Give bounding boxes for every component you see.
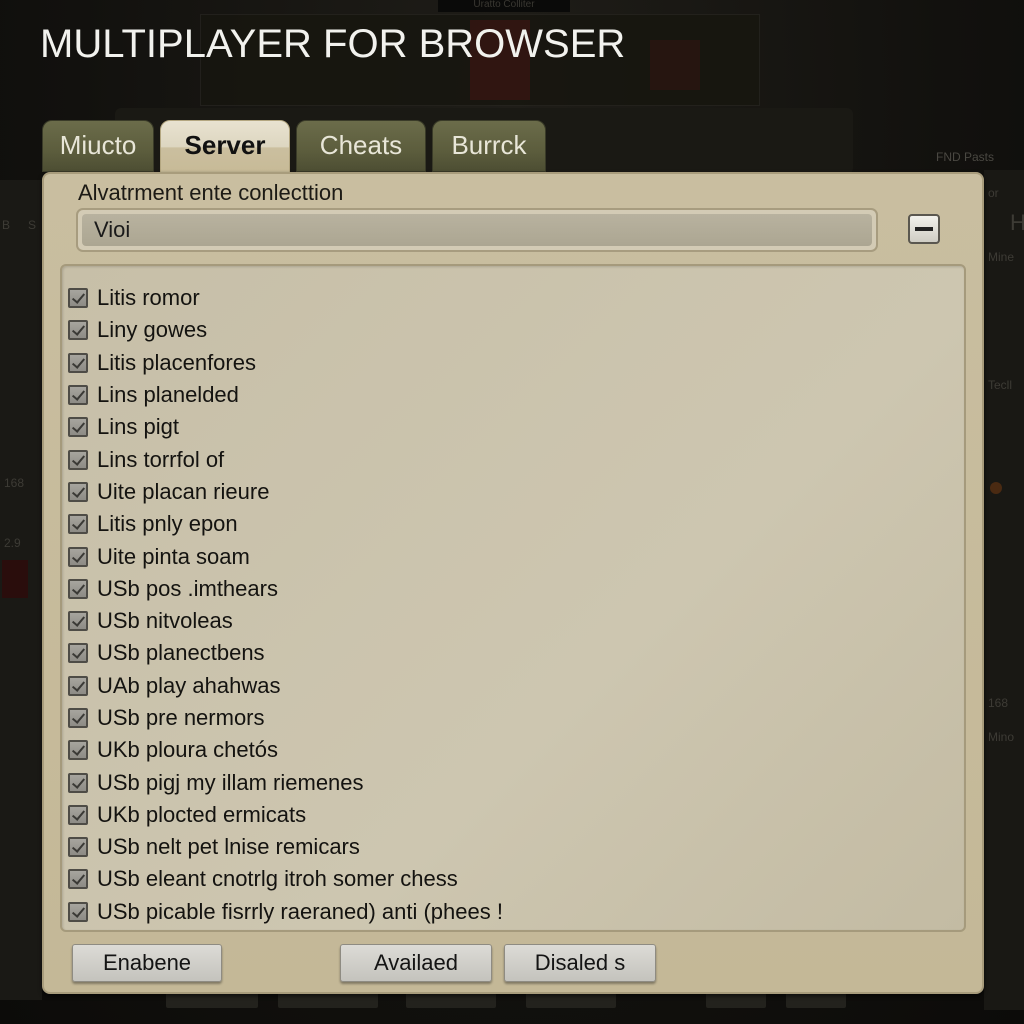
checkbox-checked-icon[interactable] bbox=[68, 352, 88, 373]
list-item[interactable]: Lins planelded bbox=[62, 379, 964, 411]
list-item-label: Uite pinta soam bbox=[97, 543, 250, 569]
list-item-label: UKb plocted ermicats bbox=[97, 801, 307, 827]
list-item[interactable]: USb eleant cnotrlg itroh somer chess bbox=[62, 863, 964, 895]
list-item[interactable]: Lins pigt bbox=[62, 411, 964, 443]
background-decoration bbox=[650, 40, 700, 90]
option-list: Litis romor Liny gowes Litis placenfores Li… bbox=[60, 264, 966, 932]
tab-server[interactable]: Server bbox=[160, 120, 290, 180]
bg-decoration bbox=[990, 482, 1002, 494]
checkbox-checked-icon[interactable] bbox=[68, 449, 88, 470]
checkbox-checked-icon[interactable] bbox=[68, 708, 88, 728]
checkbox-checked-icon[interactable] bbox=[68, 320, 88, 341]
list-item-label: Liny gowes bbox=[97, 317, 208, 343]
background-right-sidebar: or H Mine Tecll 168 Mino bbox=[984, 170, 1024, 1010]
checkbox-checked-icon[interactable] bbox=[68, 546, 88, 567]
list-item-label: USb pos .imthears bbox=[97, 575, 278, 601]
checkbox-checked-icon[interactable] bbox=[68, 837, 88, 858]
list-item[interactable]: USb planectbens bbox=[62, 637, 964, 669]
list-item-label: USb planectbens bbox=[97, 640, 265, 666]
list-item-label: UAb play ahahwas bbox=[97, 672, 281, 698]
checkbox-checked-icon[interactable] bbox=[68, 611, 88, 632]
checkbox-checked-icon[interactable] bbox=[68, 772, 88, 793]
list-item-label: Litis pnly epon bbox=[97, 511, 238, 537]
list-item-label: USb pre nermors bbox=[97, 705, 265, 730]
checkbox-checked-icon[interactable] bbox=[68, 288, 88, 309]
list-item-label: Lins pigt bbox=[97, 414, 179, 440]
list-item[interactable]: UKb plocted ermicats bbox=[62, 799, 964, 831]
list-item-label: USb picable fisrrly raeraned) anti (phee… bbox=[97, 898, 503, 924]
checkbox-checked-icon[interactable] bbox=[68, 740, 88, 761]
bg-decoration bbox=[2, 560, 28, 598]
bg-text: Mino bbox=[988, 730, 1015, 744]
bg-text: H bbox=[1010, 210, 1024, 235]
list-item-label: USb nitvoleas bbox=[97, 608, 233, 634]
list-item[interactable]: Lins torrfol of bbox=[62, 443, 964, 475]
collection-select-value[interactable]: Vioi bbox=[82, 214, 872, 246]
list-item[interactable]: UKb ploura chetós bbox=[62, 734, 964, 766]
enable-button[interactable]: Enabene bbox=[72, 944, 222, 982]
list-item-label: USb nelt pet lnise remicars bbox=[97, 834, 360, 860]
list-item[interactable]: USb nelt pet lnise remicars bbox=[62, 831, 964, 863]
list-item[interactable]: UAb play ahahwas bbox=[62, 670, 964, 702]
list-item[interactable]: USb nitvoleas bbox=[62, 605, 964, 637]
bg-text: B bbox=[2, 218, 11, 232]
list-item[interactable]: USb picable fisrrly raeraned) anti (phee… bbox=[62, 896, 964, 928]
bg-text: Tecll bbox=[988, 378, 1013, 392]
bg-text: 168 bbox=[4, 476, 25, 490]
collapse-button[interactable] bbox=[908, 214, 940, 244]
list-item[interactable]: USb pre nermors bbox=[62, 702, 964, 734]
list-item[interactable]: USb pos .imthears bbox=[62, 573, 964, 605]
list-item[interactable]: Uite placan rieure bbox=[62, 476, 964, 508]
section-label: Alvatrment ente conlecttion bbox=[78, 180, 344, 205]
checkbox-checked-icon[interactable] bbox=[68, 514, 88, 535]
list-item[interactable]: Litis romor bbox=[62, 282, 964, 314]
disabled-button[interactable]: Disaled s bbox=[504, 944, 656, 982]
list-item[interactable]: USb pigj my illam riemenes bbox=[62, 766, 964, 798]
list-item[interactable]: Uite pinta soam bbox=[62, 540, 964, 572]
checkbox-checked-icon[interactable] bbox=[68, 417, 88, 438]
checkbox-checked-icon[interactable] bbox=[68, 901, 88, 922]
bg-text: or bbox=[988, 186, 999, 200]
background-top-label: Uratto Colliter bbox=[438, 0, 570, 12]
collection-select[interactable]: Vioi bbox=[76, 208, 878, 252]
tab-miucto[interactable]: Miucto bbox=[42, 120, 154, 172]
list-item-label: Litis placenfores bbox=[97, 349, 256, 375]
checkbox-checked-icon[interactable] bbox=[68, 385, 88, 406]
server-settings-panel: Alvatrment ente conlecttion Vioi Litis r… bbox=[42, 172, 984, 994]
checkbox-checked-icon[interactable] bbox=[68, 675, 88, 696]
page-title: MULTIPLAYER FOR BROWSER bbox=[40, 22, 626, 66]
available-button[interactable]: Availaed bbox=[340, 944, 492, 982]
list-item-label: Litis romor bbox=[97, 285, 200, 311]
minus-icon bbox=[915, 227, 933, 231]
bg-text: 2.9 bbox=[4, 536, 21, 550]
bg-text: S bbox=[28, 218, 37, 232]
checkbox-checked-icon[interactable] bbox=[68, 643, 88, 664]
list-item-label: UKb ploura chetós bbox=[97, 737, 278, 763]
tab-cheats[interactable]: Cheats bbox=[296, 120, 426, 172]
checkbox-checked-icon[interactable] bbox=[68, 578, 88, 599]
background-right-label: FND Pasts bbox=[936, 150, 995, 164]
list-item[interactable]: Liny gowes bbox=[62, 314, 964, 346]
background-left-sidebar: B S 168 2.9 bbox=[0, 180, 42, 1000]
list-item[interactable]: Litis placenfores bbox=[62, 347, 964, 379]
bg-text: 168 bbox=[988, 696, 1009, 710]
list-item[interactable]: Litis pnly epon bbox=[62, 508, 964, 540]
checkbox-checked-icon[interactable] bbox=[68, 869, 88, 890]
list-item-label: Lins torrfol of bbox=[97, 446, 225, 472]
bg-text: Mine bbox=[988, 250, 1015, 264]
tab-burrck[interactable]: Burrck bbox=[432, 120, 546, 172]
background-bottom-strip bbox=[160, 992, 860, 1024]
list-item-label: USb pigj my illam riemenes bbox=[97, 769, 364, 795]
list-item-label: Lins planelded bbox=[97, 382, 239, 408]
checkbox-checked-icon[interactable] bbox=[68, 804, 88, 825]
checkbox-checked-icon[interactable] bbox=[68, 481, 88, 502]
list-item-label: Uite placan rieure bbox=[97, 478, 270, 504]
list-item-label: USb eleant cnotrlg itroh somer chess bbox=[97, 866, 458, 892]
